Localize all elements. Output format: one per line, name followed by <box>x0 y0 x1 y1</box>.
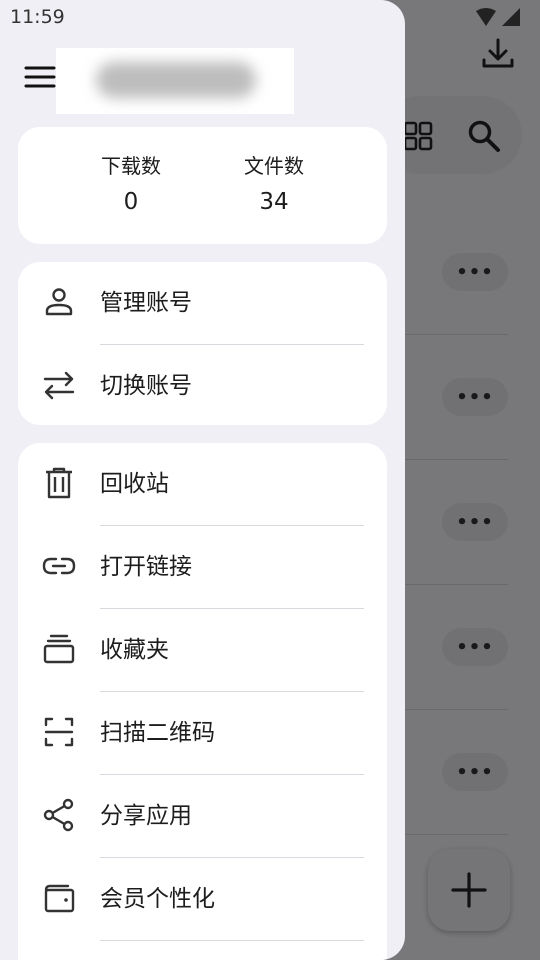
menu-item-share-app[interactable]: 分享应用 <box>18 775 387 858</box>
download-count-stat[interactable]: 下载数 0 <box>66 151 196 215</box>
account-name-redacted <box>56 48 294 114</box>
menu-icon[interactable] <box>24 64 56 90</box>
status-time: 11:59 <box>10 6 65 28</box>
menu-item-switch-account[interactable]: 切换账号 <box>18 345 387 428</box>
scan-icon <box>44 717 74 747</box>
share-icon <box>43 798 74 832</box>
signal-icons <box>476 8 520 26</box>
menu-item-membership[interactable]: 会员个性化 <box>18 858 387 941</box>
navigation-card: 回收站 打开链接 收藏夹 扫描二维码 分享应用 会员个性化 <box>18 443 387 960</box>
navigation-drawer: 下载数 0 文件数 34 管理账号 切换账号 回收站 打开链接 收藏夹 扫描二维… <box>0 0 405 960</box>
menu-item-label: 收藏夹 <box>100 637 169 663</box>
menu-item-recycle-bin[interactable]: 回收站 <box>18 443 387 526</box>
divider <box>100 939 364 941</box>
stat-label: 文件数 <box>244 154 304 178</box>
stats-card: 下载数 0 文件数 34 <box>18 127 387 244</box>
wallet-icon <box>44 884 75 913</box>
menu-item-label: 分享应用 <box>100 803 192 829</box>
menu-item-manage-account[interactable]: 管理账号 <box>18 262 387 345</box>
menu-item-scan-qr[interactable]: 扫描二维码 <box>18 692 387 775</box>
menu-item-favorites[interactable]: 收藏夹 <box>18 609 387 692</box>
menu-item-label: 回收站 <box>100 471 169 497</box>
menu-item-label: 扫描二维码 <box>100 720 215 746</box>
folder-stack-icon <box>43 634 75 664</box>
stat-value: 34 <box>259 189 289 215</box>
stat-value: 0 <box>123 189 139 215</box>
menu-item-label: 切换账号 <box>100 373 192 399</box>
account-card: 管理账号 切换账号 <box>18 262 387 425</box>
swap-icon <box>43 371 75 400</box>
trash-icon <box>46 467 72 499</box>
menu-item-label: 打开链接 <box>100 554 192 580</box>
link-icon <box>42 557 76 575</box>
menu-item-open-link[interactable]: 打开链接 <box>18 526 387 609</box>
person-icon <box>45 288 73 316</box>
file-count-stat[interactable]: 文件数 34 <box>209 151 339 215</box>
menu-item-label: 会员个性化 <box>100 886 215 912</box>
stat-label: 下载数 <box>101 154 161 178</box>
menu-item-label: 管理账号 <box>100 290 192 316</box>
